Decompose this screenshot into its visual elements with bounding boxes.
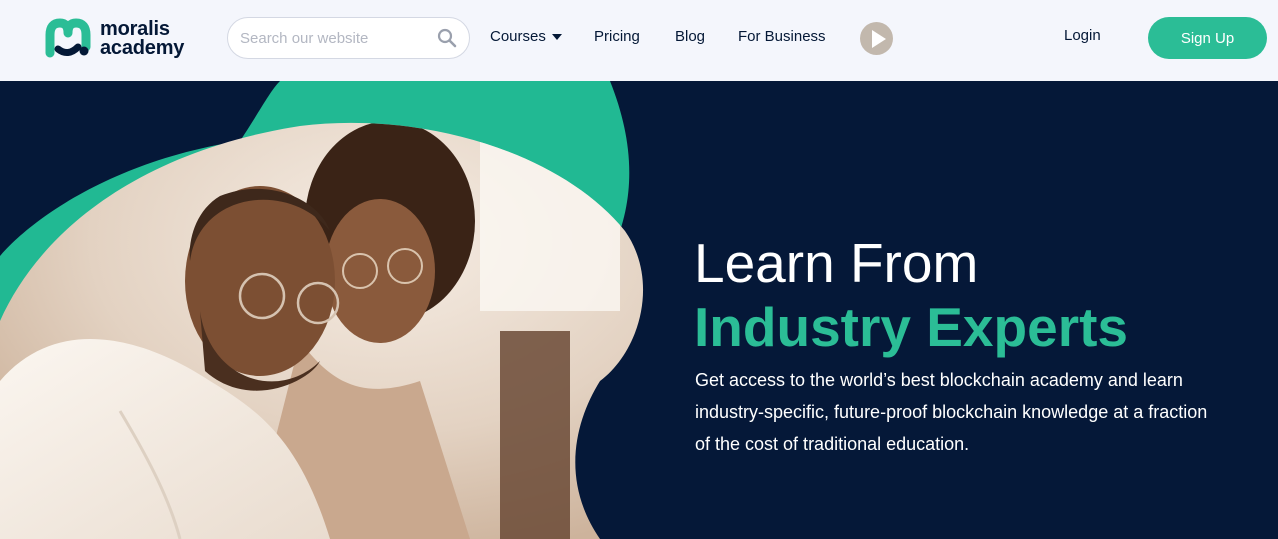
hero-description: Get access to the world’s best blockchai…: [695, 370, 1208, 454]
nav-blog-label: Blog: [675, 28, 706, 45]
site-header: moralis academy Courses Pricing Blog For…: [0, 0, 1278, 81]
nav-for-business[interactable]: For Business: [738, 28, 826, 45]
signup-button[interactable]: Sign Up: [1148, 17, 1267, 59]
brand-logo[interactable]: moralis academy: [44, 17, 184, 61]
search-input[interactable]: [240, 29, 437, 47]
play-icon: [871, 29, 886, 48]
nav-blog[interactable]: Blog: [675, 28, 705, 45]
search-box[interactable]: [227, 17, 470, 59]
play-video-button[interactable]: [860, 22, 893, 55]
brand-line-2: academy: [100, 37, 185, 59]
moralis-logo-icon: [45, 18, 91, 58]
hero-image: [0, 81, 644, 539]
login-link[interactable]: Login: [1064, 27, 1101, 44]
hero-section: Learn From Industry Experts Get access t…: [0, 81, 1278, 539]
brand-wordmark: moralis academy: [100, 19, 185, 59]
nav-pricing-label: Pricing: [594, 28, 640, 45]
hero-title: Learn From: [694, 232, 979, 294]
nav-pricing[interactable]: Pricing: [594, 28, 640, 45]
nav-for-business-label: For Business: [738, 28, 826, 45]
chevron-down-icon: [551, 33, 562, 40]
nav-courses-label: Courses: [490, 28, 546, 45]
hero-highlight: Industry Experts: [694, 296, 1129, 358]
nav-courses[interactable]: Courses: [490, 28, 562, 45]
search-icon[interactable]: [437, 28, 457, 48]
